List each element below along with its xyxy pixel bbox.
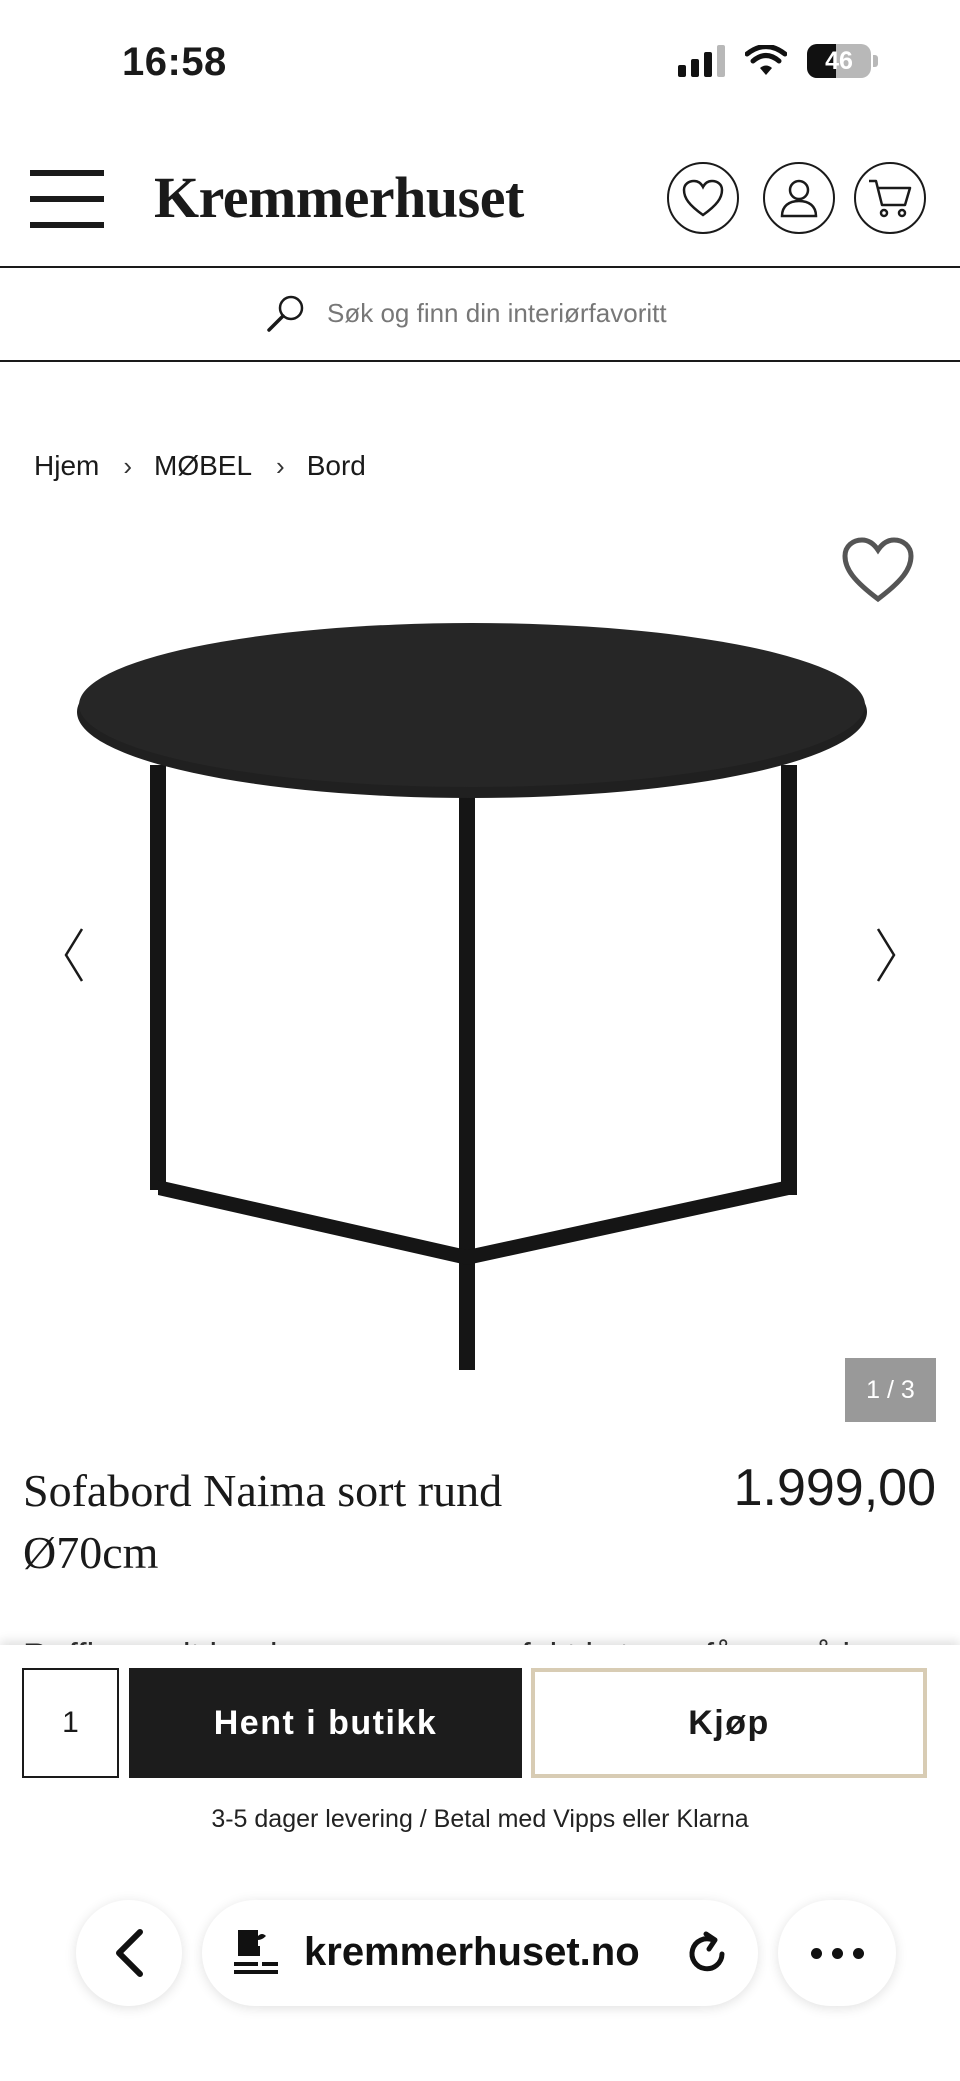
next-image-chevron-icon[interactable] (874, 925, 898, 985)
more-dot (852, 1947, 864, 1959)
chevron-left-icon (116, 1929, 143, 1977)
url-text: kremmerhuset.no (304, 1930, 640, 1974)
address-bar[interactable]: kremmerhuset.no (202, 1900, 758, 2006)
breadcrumb: Hjem › MØBEL › Bord (34, 450, 366, 482)
product-title: Sofabord Naima sort rund Ø70cm (23, 1460, 643, 1584)
product-price: 1.999,00 (733, 1459, 936, 1517)
battery-percent: 46 (825, 47, 853, 75)
signal-icon (678, 45, 725, 77)
pickup-in-store-button[interactable]: Hent i butikk (129, 1668, 522, 1778)
breadcrumb-chevron-icon: › (276, 450, 285, 481)
breadcrumb-item-bord[interactable]: Bord (307, 450, 366, 482)
brand-logo[interactable]: Kremmerhuset (154, 164, 524, 231)
more-dot (831, 1947, 843, 1959)
buy-bar: 1 Hent i butikk Kjøp 3-5 dager levering … (0, 1645, 960, 2081)
page-menu-icon (234, 1930, 278, 1974)
cart-button[interactable] (854, 162, 926, 234)
breadcrumb-item-mobel[interactable]: MØBEL (154, 450, 252, 482)
more-dot (810, 1947, 822, 1959)
browser-more-button[interactable] (778, 1900, 896, 2006)
add-to-wishlist-heart-icon[interactable] (840, 535, 916, 605)
product-image-carousel[interactable]: 1 / 3 (0, 515, 960, 1435)
product-image-table (77, 623, 867, 1370)
product-title-line2: Ø70cm (23, 1527, 159, 1578)
status-bar: 16:58 46 (0, 0, 960, 130)
buy-button[interactable]: Kjøp (531, 1668, 927, 1778)
browser-back-button[interactable] (76, 1900, 182, 2006)
account-button[interactable] (763, 162, 835, 234)
search-icon (267, 295, 304, 332)
wifi-icon (745, 45, 787, 75)
quantity-field[interactable]: 1 (22, 1668, 119, 1778)
search-input[interactable]: Søk og finn din interiørfavoritt (0, 268, 960, 362)
product-title-line1: Sofabord Naima sort rund (23, 1465, 503, 1516)
reload-icon[interactable] (684, 1930, 730, 1976)
site-header: Kremmerhuset (0, 130, 960, 268)
heart-icon (682, 179, 724, 217)
wishlist-button[interactable] (667, 162, 739, 234)
delivery-info: 3-5 dager levering / Betal med Vipps ell… (211, 1805, 749, 1833)
status-icons: 46 (678, 44, 878, 78)
user-icon (780, 179, 818, 218)
status-time: 16:58 (122, 40, 227, 84)
image-counter: 1 / 3 (845, 1358, 936, 1422)
breadcrumb-chevron-icon: › (123, 450, 133, 481)
cart-icon (869, 179, 912, 218)
battery-icon: 46 (807, 44, 871, 78)
breadcrumb-item-hjem[interactable]: Hjem (34, 450, 99, 482)
hamburger-menu-icon[interactable] (30, 170, 104, 228)
search-placeholder: Søk og finn din interiørfavoritt (327, 298, 667, 328)
previous-image-chevron-icon[interactable] (62, 925, 86, 985)
